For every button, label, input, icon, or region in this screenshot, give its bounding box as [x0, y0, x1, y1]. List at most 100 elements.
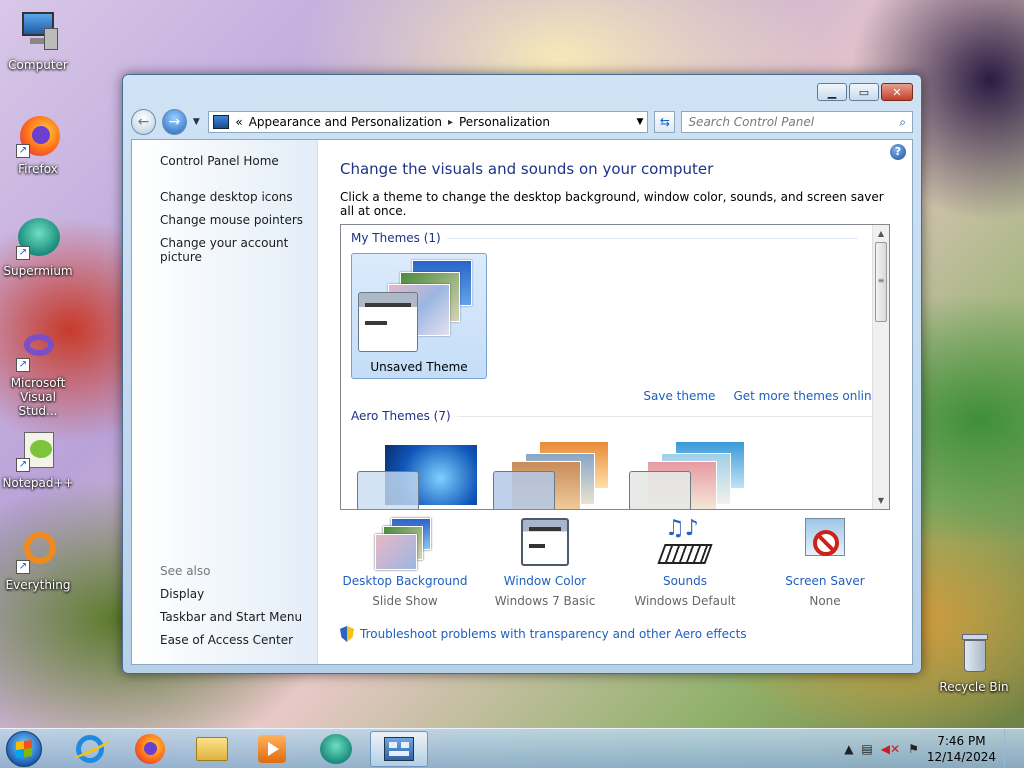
address-overflow-chevrons[interactable]: « [235, 115, 242, 129]
address-bar[interactable]: « Appearance and Personalization ▸ Perso… [208, 111, 649, 133]
window-color-value: Windows 7 Basic [494, 594, 596, 608]
desktop-background-link[interactable]: Desktop Background [340, 574, 470, 588]
content-area: Control Panel Home Change desktop icons … [131, 139, 913, 665]
get-more-themes-link[interactable]: Get more themes online [733, 389, 879, 403]
media-player-icon [258, 735, 286, 763]
network-icon[interactable]: ▤ [861, 742, 872, 756]
volume-muted-icon[interactable]: ◀✕ [881, 742, 900, 756]
change-mouse-pointers-link[interactable]: Change mouse pointers [160, 213, 317, 227]
change-desktop-icons-link[interactable]: Change desktop icons [160, 190, 317, 204]
aero-theme-architecture[interactable] [491, 441, 615, 509]
forward-arrow-icon: → [168, 114, 181, 130]
firefox-icon [135, 734, 165, 764]
screen-saver-link[interactable]: Screen Saver [760, 574, 890, 588]
search-input[interactable]: Search Control Panel ⌕ [681, 111, 913, 133]
supermium-icon [320, 734, 352, 764]
theme-list-scrollbar[interactable]: ▲ ≡ ▼ [872, 225, 889, 509]
my-themes-header-label: My Themes (1) [351, 231, 441, 245]
show-hidden-icons-button[interactable]: ▲ [844, 742, 853, 756]
taskbar-firefox[interactable] [124, 731, 176, 767]
screen-saver-setting[interactable]: Screen Saver None [760, 516, 890, 608]
help-button[interactable]: ? [890, 144, 906, 160]
desktop-icon-visual-studio[interactable]: ↗ Microsoft Visual Stud... [0, 328, 76, 418]
aero-theme-windows7[interactable] [355, 441, 479, 509]
window-color-setting[interactable]: Window Color Windows 7 Basic [480, 516, 610, 608]
recent-pages-dropdown[interactable]: ▼ [193, 117, 203, 127]
start-button[interactable] [6, 731, 42, 767]
restore-icon: ▭ [858, 85, 870, 99]
troubleshoot-aero-link[interactable]: Troubleshoot problems with transparency … [340, 626, 747, 642]
action-center-flag-icon[interactable]: ⚑ [908, 742, 919, 756]
unsaved-theme-label: Unsaved Theme [370, 360, 468, 374]
desktop-icon-label: Firefox [18, 162, 58, 176]
clock[interactable]: 7:46 PM 12/14/2024 [927, 733, 996, 765]
display-link[interactable]: Display [160, 587, 302, 601]
aero-themes-header: Aero Themes (7) [351, 409, 879, 423]
system-tray: ▲ ▤ ◀✕ ⚑ 7:46 PM 12/14/2024 [844, 729, 1016, 768]
shortcut-arrow-icon: ↗ [16, 144, 30, 158]
breadcrumb-personalization[interactable]: Personalization [459, 115, 550, 129]
control-panel-home-link[interactable]: Control Panel Home [160, 154, 317, 168]
desktop-icon-supermium[interactable]: ↗ Supermium [0, 216, 76, 278]
page-title: Change the visuals and sounds on your co… [340, 160, 714, 178]
search-placeholder: Search Control Panel [688, 115, 815, 129]
sounds-setting[interactable]: ♫♪ Sounds Windows Default [620, 516, 750, 608]
chevron-down-icon: ▼ [192, 117, 200, 127]
desktop-icon-label: Recycle Bin [939, 680, 1009, 694]
taskbar-start-menu-link[interactable]: Taskbar and Start Menu [160, 610, 302, 624]
aero-themes-row [355, 441, 775, 509]
control-panel-icon [384, 737, 414, 761]
everything-icon: ↗ [16, 530, 60, 574]
desktop-background-setting[interactable]: Desktop Background Slide Show [340, 516, 470, 608]
back-button[interactable]: ← [131, 109, 156, 135]
address-dropdown-icon[interactable]: ▼ [636, 117, 643, 127]
visual-studio-icon: ↗ [16, 328, 60, 372]
show-desktop-button[interactable] [1004, 729, 1016, 768]
save-theme-link[interactable]: Save theme [643, 389, 715, 403]
page-description: Click a theme to change the desktop back… [340, 190, 884, 218]
forward-button[interactable]: → [161, 109, 187, 135]
taskbar-file-explorer[interactable] [186, 731, 238, 767]
screen-saver-value: None [809, 594, 841, 608]
desktop-icon-computer[interactable]: Computer [0, 10, 76, 72]
taskbar-supermium[interactable] [310, 731, 362, 767]
refresh-button[interactable]: ⇆ [654, 111, 676, 133]
desktop-icon-notepad-plus[interactable]: ↗ Notepad++ [0, 428, 76, 490]
desktop-icon-label: Everything [5, 578, 71, 592]
unsaved-theme-tile[interactable]: Unsaved Theme [351, 253, 487, 379]
desktop-icon-everything[interactable]: ↗ Everything [0, 530, 76, 592]
see-also-section: See also Display Taskbar and Start Menu … [160, 564, 302, 656]
ease-of-access-link[interactable]: Ease of Access Center [160, 633, 302, 647]
back-arrow-icon: ← [137, 114, 150, 130]
scroll-down-arrow-icon[interactable]: ▼ [873, 492, 889, 509]
taskbar-internet-explorer[interactable] [64, 731, 116, 767]
breadcrumb-separator[interactable]: ▸ [448, 117, 453, 128]
change-account-picture-link[interactable]: Change your account picture [160, 236, 317, 264]
desktop-background-icon [375, 516, 435, 570]
search-icon[interactable]: ⌕ [899, 115, 906, 130]
breadcrumb-appearance[interactable]: Appearance and Personalization [249, 115, 442, 129]
desktop-icon-firefox[interactable]: ↗ Firefox [0, 114, 76, 176]
shortcut-arrow-icon: ↗ [16, 560, 30, 574]
screen-saver-icon [795, 516, 855, 570]
firefox-icon: ↗ [16, 114, 60, 158]
close-button[interactable]: ✕ [881, 83, 913, 101]
aero-theme-characters[interactable] [627, 441, 751, 509]
window-color-link[interactable]: Window Color [480, 574, 610, 588]
sounds-link[interactable]: Sounds [620, 574, 750, 588]
desktop-icon-label: Computer [8, 58, 68, 72]
scroll-thumb[interactable]: ≡ [875, 242, 887, 322]
scroll-up-arrow-icon[interactable]: ▲ [873, 225, 889, 242]
theme-actions: Save theme Get more themes online [643, 389, 879, 403]
sounds-value: Windows Default [634, 594, 736, 608]
minimize-button[interactable]: ▁ [817, 83, 847, 101]
taskbar-media-player[interactable] [246, 731, 298, 767]
personalization-window: ▁ ▭ ✕ ← → ▼ « Appearance and Personaliza… [122, 74, 922, 674]
taskbar-control-panel[interactable] [370, 731, 428, 767]
maximize-button[interactable]: ▭ [849, 83, 879, 101]
computer-icon [16, 10, 60, 54]
sounds-icon: ♫♪ [655, 516, 715, 570]
desktop-icon-recycle-bin[interactable]: Recycle Bin [936, 632, 1012, 694]
shortcut-arrow-icon: ↗ [16, 458, 30, 472]
theme-list: My Themes (1) Unsaved Theme Save theme G… [340, 224, 890, 510]
